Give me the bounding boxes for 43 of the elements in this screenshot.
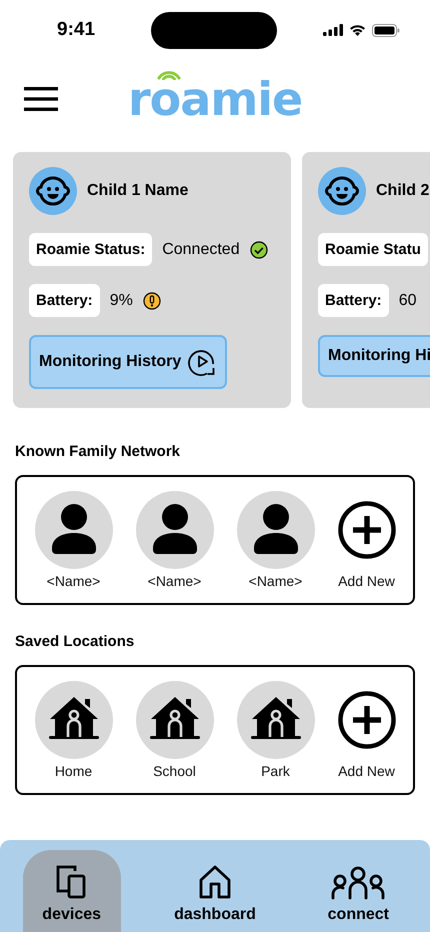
house-icon <box>34 681 112 759</box>
people-icon <box>329 864 388 900</box>
status-label: Roamie Status: <box>29 233 152 266</box>
add-icon <box>338 501 396 559</box>
person-icon <box>136 491 214 569</box>
shortcut-item[interactable]: <Name> <box>34 491 112 589</box>
shortcut-item[interactable]: Home <box>34 681 112 779</box>
monitoring-history-button[interactable]: Monitoring Hi <box>318 335 430 377</box>
shortcut-item[interactable]: School <box>136 681 214 779</box>
logo: roamie <box>128 72 302 126</box>
nav-tab[interactable]: devices <box>22 850 121 932</box>
battery-value: 9% <box>110 292 133 310</box>
monitoring-history-button[interactable]: Monitoring History <box>29 335 228 389</box>
add-icon <box>338 691 396 749</box>
baby-face-icon <box>29 167 77 215</box>
signal-icon <box>323 24 343 36</box>
wifi-icon <box>349 24 366 36</box>
child-name: Child 2 <box>376 182 430 200</box>
house-icon <box>236 681 314 759</box>
menu-button[interactable] <box>24 85 58 113</box>
battery-label: Battery: <box>29 284 100 317</box>
shortcut-item[interactable]: <Name> <box>236 491 314 589</box>
shortcut-item[interactable]: <Name> <box>136 491 214 589</box>
status-time: 9:41 <box>57 19 96 41</box>
nav-tab[interactable]: dashboard <box>166 850 264 932</box>
baby-face-icon <box>318 167 366 215</box>
status-value: Connected <box>162 240 240 258</box>
battery-value: 60 <box>398 292 416 310</box>
home-icon <box>198 864 232 900</box>
person-icon <box>236 491 314 569</box>
section-title: Known Family Network <box>15 443 182 460</box>
child-name: Child 1 Name <box>87 182 188 200</box>
nav-tab[interactable]: connect <box>309 850 408 932</box>
status-label: Roamie Statu <box>318 233 428 266</box>
battery-icon <box>372 24 400 36</box>
house-icon <box>136 681 214 759</box>
shortcut-item[interactable]: Park <box>236 681 314 779</box>
section-title: Saved Locations <box>15 633 136 650</box>
person-icon <box>34 491 112 569</box>
battery-label: Battery: <box>318 284 389 317</box>
replay-icon <box>187 347 218 377</box>
shortcut-item[interactable]: Add New <box>338 681 396 779</box>
shortcut-item[interactable]: Add New <box>338 491 396 589</box>
